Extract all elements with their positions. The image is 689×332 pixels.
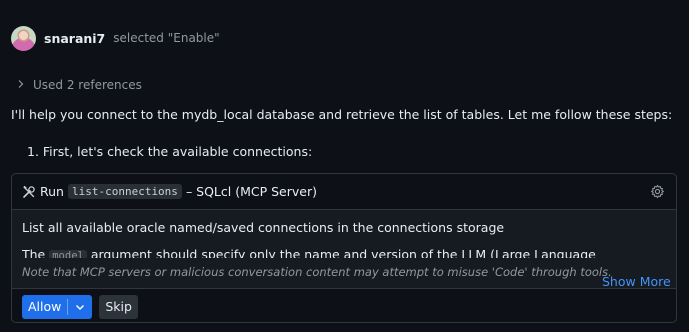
tool-command: list-connections <box>67 184 182 199</box>
tool-parameter-description: The model argument should specify only t… <box>22 244 597 258</box>
chevron-right-icon <box>16 79 28 92</box>
allow-dropdown-button[interactable] <box>68 295 92 319</box>
tool-server: – SQLcl (MCP Server) <box>185 184 317 199</box>
tool-body: List all available oracle named/saved co… <box>12 210 676 289</box>
tools-icon <box>22 185 36 199</box>
allow-button-group: Allow <box>22 294 93 319</box>
security-warning: Note that MCP servers or malicious conve… <box>22 265 612 279</box>
assistant-intro-text: I'll help you connect to the mydb_local … <box>11 107 673 122</box>
skip-button[interactable]: Skip <box>99 294 138 319</box>
user-action-text: selected "Enable" <box>113 31 220 45</box>
tool-header: Run list-connections – SQLcl (MCP Server… <box>12 174 676 210</box>
chevron-down-icon <box>76 304 85 310</box>
param-code: model <box>49 250 87 258</box>
show-more-link[interactable]: Show More <box>602 274 671 289</box>
param-rest: argument should specify only the name an… <box>90 247 597 258</box>
run-label: Run <box>40 184 64 199</box>
avatar[interactable] <box>11 25 36 51</box>
gear-icon[interactable] <box>650 184 665 199</box>
user-row: snarani7 selected "Enable" <box>11 25 220 51</box>
tool-description: List all available oracle named/saved co… <box>22 220 505 235</box>
references-toggle[interactable]: Used 2 references <box>16 78 142 92</box>
references-label: Used 2 references <box>33 78 142 92</box>
username[interactable]: snarani7 <box>44 31 105 46</box>
tool-confirmation-card: Run list-connections – SQLcl (MCP Server… <box>11 173 677 323</box>
step-1-text: 1. First, let's check the available conn… <box>27 144 313 159</box>
allow-button[interactable]: Allow <box>22 295 67 319</box>
tool-footer: Allow Skip <box>12 289 676 322</box>
param-prefix: The <box>22 247 46 258</box>
